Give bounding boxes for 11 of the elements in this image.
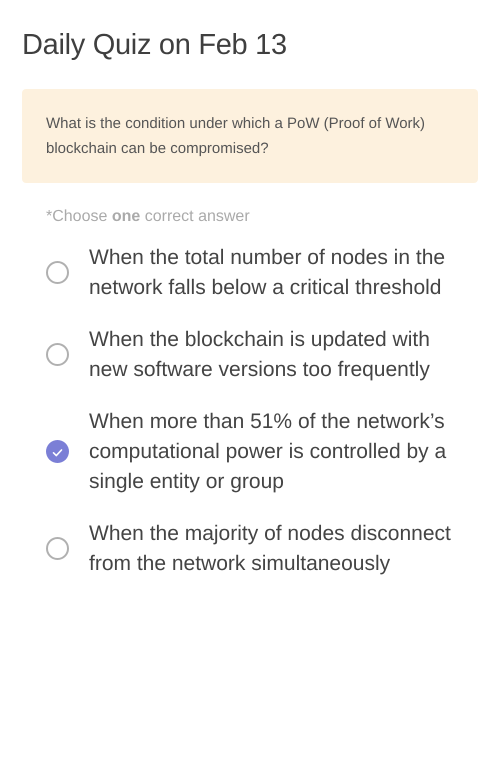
answer-option[interactable]: When the blockchain is updated with new software versions too frequently xyxy=(89,324,461,385)
instruction-text: *Choose one correct answer xyxy=(46,206,251,227)
answer-option[interactable]: When more than 51% of the network’s computational power is controlled by a single entity or group xyxy=(89,406,461,497)
radio-button[interactable] xyxy=(46,261,69,284)
radio-button[interactable] xyxy=(46,343,69,366)
radio-checked[interactable] xyxy=(46,440,69,464)
answer-option[interactable]: When the total number of nodes in the network falls below a critical threshold xyxy=(89,242,461,303)
answer-option[interactable]: When the majority of nodes disconnect from the network simultaneously xyxy=(89,518,461,579)
question-text: What is the condition under which a PoW (Proof of Work) blockchain can be compromised? xyxy=(22,88,478,183)
quiz-title: Daily Quiz on Feb 13 xyxy=(22,28,288,63)
radio-button[interactable] xyxy=(46,537,69,560)
